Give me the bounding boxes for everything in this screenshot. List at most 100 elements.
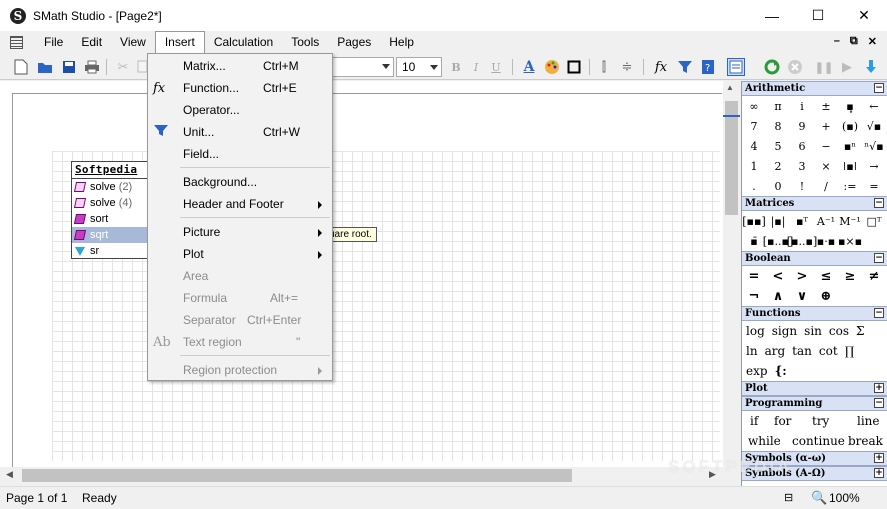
prog-while[interactable]: while xyxy=(748,434,792,448)
fn-exp[interactable]: exp xyxy=(746,364,768,378)
menu-item-region-protection[interactable]: Region protection xyxy=(148,359,332,381)
prog-for[interactable]: for xyxy=(774,414,812,428)
matrix-symbol-button[interactable]: ▪·▪ xyxy=(814,231,838,251)
doc-minimize-button[interactable]: – xyxy=(834,35,840,48)
zoom-icon[interactable]: 🔍 xyxy=(811,490,827,506)
arith-symbol-button[interactable]: . xyxy=(742,176,766,196)
new-document-icon[interactable] xyxy=(12,58,30,76)
arith-symbol-button[interactable]: ! xyxy=(790,176,814,196)
unit-funnel-icon[interactable] xyxy=(676,58,694,76)
section-boolean-header[interactable]: Boolean − xyxy=(742,251,887,266)
menu-item-background[interactable]: Background... xyxy=(148,171,332,193)
font-size-combo[interactable]: 10 xyxy=(396,57,442,77)
fn-arg[interactable]: arg xyxy=(765,344,786,358)
arith-symbol-button[interactable]: ▪ⁿ xyxy=(838,136,862,156)
bool-symbol-button[interactable]: ¬ xyxy=(742,286,766,306)
bool-symbol-button[interactable]: ⊕ xyxy=(814,286,838,306)
underline-icon[interactable]: U xyxy=(487,58,505,76)
menu-item-field[interactable]: Field... xyxy=(148,143,332,165)
arith-symbol-button[interactable]: 0 xyxy=(766,176,790,196)
menu-pages[interactable]: Pages xyxy=(328,32,380,53)
arith-symbol-button[interactable]: ▪̥ xyxy=(838,96,862,116)
doc-close-button[interactable]: ✕ xyxy=(868,35,877,48)
expand-icon[interactable]: + xyxy=(874,383,884,393)
bool-symbol-button[interactable]: ≠ xyxy=(862,266,886,286)
open-folder-icon[interactable] xyxy=(36,58,54,76)
bool-symbol-button[interactable]: ≥ xyxy=(838,266,862,286)
fn-ln[interactable]: ln xyxy=(746,344,758,358)
menu-view[interactable]: View xyxy=(111,32,155,53)
save-icon[interactable] xyxy=(60,58,78,76)
prog-line[interactable]: line xyxy=(857,414,880,428)
doc-restore-button[interactable]: ⧉ xyxy=(850,35,858,48)
matrix-symbol-button[interactable]: □ᵀ xyxy=(862,211,886,231)
vertical-scroll-thumb[interactable] xyxy=(725,101,738,215)
font-name-combo[interactable] xyxy=(330,57,394,77)
list-item-selected[interactable]: sqrt xyxy=(72,227,148,243)
horizontal-scroll-thumb[interactable] xyxy=(22,469,572,482)
arith-symbol-button[interactable]: 3 xyxy=(790,156,814,176)
matrix-symbol-button[interactable]: ▪×▪ xyxy=(838,231,862,251)
menu-item-unit[interactable]: Unit... Ctrl+W xyxy=(148,121,332,143)
arith-symbol-button[interactable]: i xyxy=(790,96,814,116)
menu-item-formula[interactable]: Formula Alt+= xyxy=(148,287,332,309)
menu-item-picture[interactable]: Picture xyxy=(148,221,332,243)
prog-if[interactable]: if xyxy=(750,414,774,428)
section-plot-header[interactable]: Plot + xyxy=(742,381,887,396)
menu-item-header-footer[interactable]: Header and Footer xyxy=(148,193,332,215)
zoom-level[interactable]: 100% xyxy=(829,491,860,505)
list-item[interactable]: sr xyxy=(72,243,148,259)
matrix-symbol-button[interactable]: [▪▪] xyxy=(742,211,766,231)
pause-icon[interactable]: ❚❚ xyxy=(815,58,833,76)
menu-item-operator[interactable]: Operator... xyxy=(148,99,332,121)
page-split-icon[interactable]: ⊟ xyxy=(784,491,793,504)
collapse-icon[interactable]: − xyxy=(874,308,884,318)
prog-try[interactable]: try xyxy=(812,414,857,428)
bool-symbol-button[interactable]: > xyxy=(790,266,814,286)
minimize-button[interactable]: — xyxy=(749,0,795,31)
autocomplete-input[interactable]: Softpedia xyxy=(72,162,148,179)
section-functions-header[interactable]: Functions − xyxy=(742,306,887,321)
arith-symbol-button[interactable]: 1 xyxy=(742,156,766,176)
arith-symbol-button[interactable]: 5 xyxy=(766,136,790,156)
arith-symbol-button[interactable]: √▪ xyxy=(862,116,886,136)
expand-icon[interactable]: + xyxy=(874,453,884,463)
expand-icon[interactable]: + xyxy=(874,468,884,478)
arith-symbol-button[interactable]: 4 xyxy=(742,136,766,156)
arith-symbol-button[interactable]: + xyxy=(814,116,838,136)
collapse-icon[interactable]: − xyxy=(874,253,884,263)
bool-symbol-button[interactable]: ≤ xyxy=(814,266,838,286)
collapse-icon[interactable]: − xyxy=(874,198,884,208)
arith-symbol-button[interactable]: := xyxy=(838,176,862,196)
vertical-scrollbar[interactable]: ▲ xyxy=(723,81,740,469)
matrix-symbol-button[interactable]: ▪ᵀ xyxy=(790,211,814,231)
scroll-left-icon[interactable]: ◀ xyxy=(6,469,13,480)
arith-symbol-button[interactable]: ∞ xyxy=(742,96,766,116)
maximize-button[interactable]: ☐ xyxy=(795,0,841,31)
fn-log[interactable]: log xyxy=(746,324,765,338)
collapse-icon[interactable]: − xyxy=(874,83,884,93)
bool-symbol-button[interactable]: = xyxy=(742,266,766,286)
list-item[interactable]: solve (2) xyxy=(72,179,148,195)
arith-symbol-button[interactable]: ± xyxy=(814,96,838,116)
arith-symbol-button[interactable]: × xyxy=(814,156,838,176)
menu-item-area[interactable]: Area xyxy=(148,265,332,287)
arith-symbol-button[interactable]: π xyxy=(766,96,790,116)
fn-cos[interactable]: cos xyxy=(829,324,849,338)
menu-file[interactable]: File xyxy=(35,32,72,53)
arith-symbol-button[interactable]: → xyxy=(862,156,886,176)
menu-help[interactable]: Help xyxy=(380,32,423,53)
arith-symbol-button[interactable]: − xyxy=(814,136,838,156)
arith-symbol-button[interactable]: ← xyxy=(862,96,886,116)
fn-sin[interactable]: sin xyxy=(804,324,822,338)
arith-symbol-button[interactable]: 8 xyxy=(766,116,790,136)
bool-symbol-button[interactable]: ∧ xyxy=(766,286,790,306)
prog-break[interactable]: break xyxy=(848,434,883,448)
cut-icon[interactable]: ✂ xyxy=(114,58,132,76)
worksheet-canvas[interactable] xyxy=(0,81,740,482)
function-fx-icon[interactable]: fx xyxy=(652,58,670,76)
menu-item-matrix[interactable]: Matrix... Ctrl+M xyxy=(148,55,332,77)
fn-sign[interactable]: sign xyxy=(772,324,797,338)
italic-icon[interactable]: I xyxy=(467,58,485,76)
matrix-symbol-button[interactable]: M⁻¹ xyxy=(838,211,862,231)
